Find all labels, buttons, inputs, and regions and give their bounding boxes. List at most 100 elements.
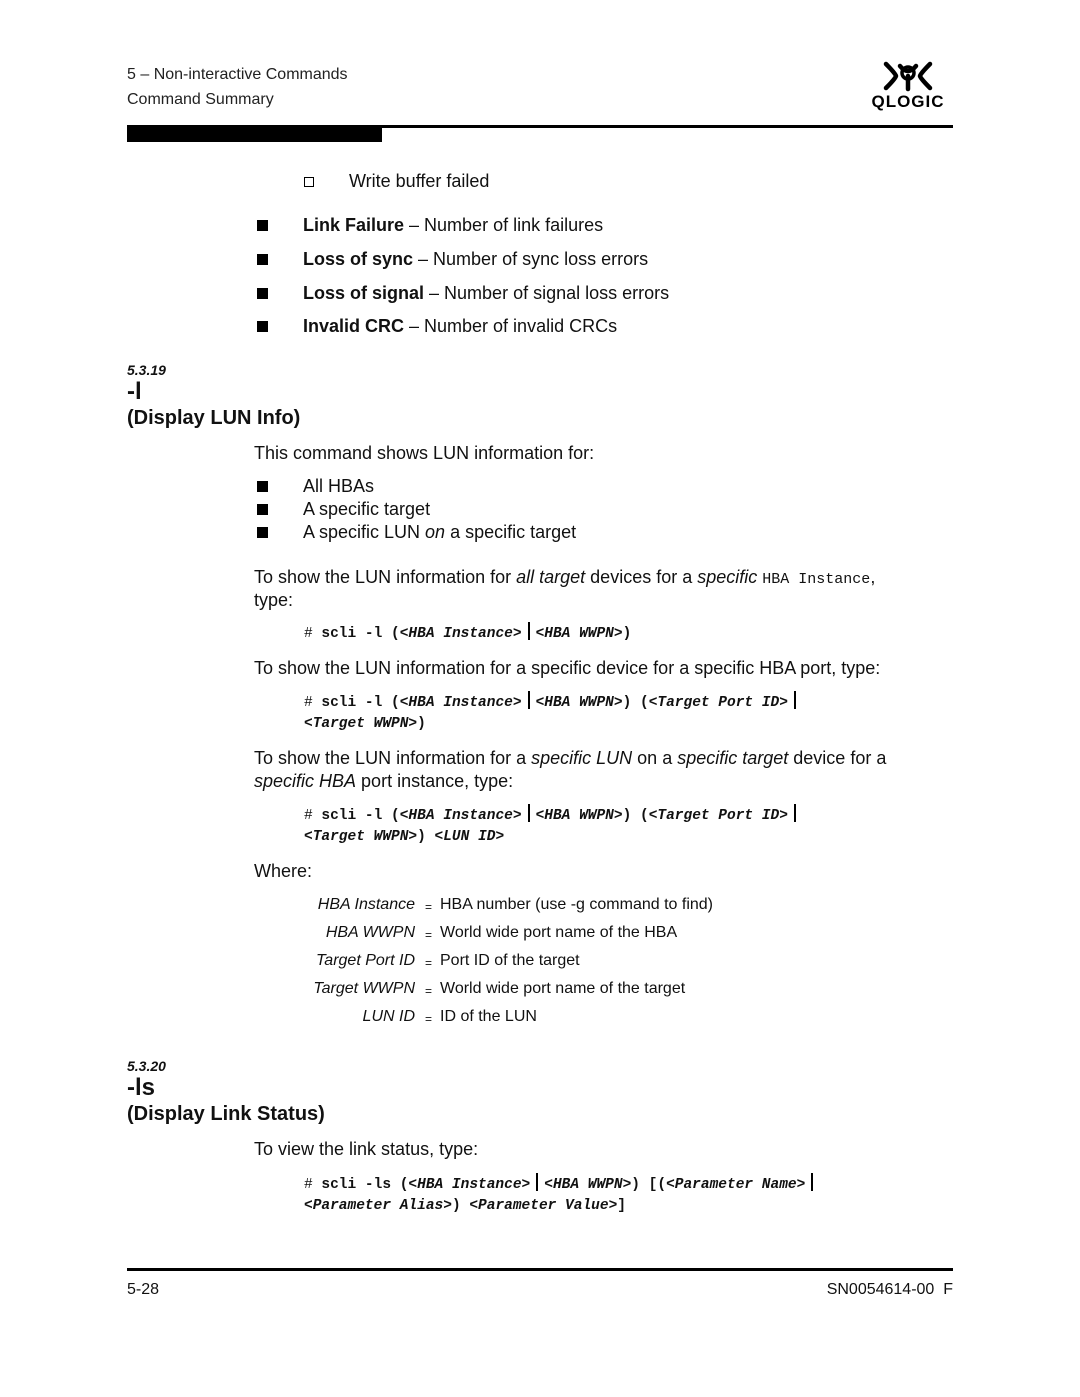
def-term: Target WWPN (313, 980, 415, 997)
emphasis: specific target (677, 748, 789, 768)
item-term: Link Failure (303, 215, 405, 235)
code-arg: <Target WWPN> (304, 716, 418, 732)
code-block: # scli -l (<HBA Instance> <HBA WWPN>) (<T… (304, 804, 802, 848)
item-term: Invalid CRC (303, 316, 405, 336)
square-bullet-icon (257, 254, 268, 265)
def-equals: = (425, 956, 433, 970)
code-block: # scli -l (<HBA Instance> <HBA WWPN>) (304, 622, 631, 645)
code-arg: <Target WWPN> (304, 829, 418, 845)
code-arg: <HBA WWPN> (544, 1177, 632, 1193)
footer-rule (127, 1268, 953, 1271)
code-block: # scli -ls (<HBA Instance> <HBA WWPN>) [(… (304, 1173, 819, 1217)
def-equals: = (425, 900, 433, 914)
emphasis: all target (516, 567, 586, 587)
code-arg: <Target Port ID> (648, 695, 788, 711)
code-punct: ) [( (631, 1177, 667, 1193)
section-intro: To view the link status, type: (254, 1139, 479, 1159)
pipe-separator (793, 804, 796, 822)
code-arg: <Parameter Alias> (304, 1198, 452, 1214)
section-intro: This command shows LUN information for: (254, 443, 595, 463)
logo-wordmark: QLOGIC (871, 92, 945, 111)
hollow-square-bullet-icon (304, 177, 314, 187)
bullet-text: All HBAs (303, 476, 375, 496)
list-item: Loss of sync – Number of sync loss error… (257, 247, 648, 271)
section-number: 5.3.20 (127, 1058, 166, 1074)
header-chapter: 5 – Non-interactive Commands (127, 66, 348, 83)
section-command: -l (127, 378, 142, 405)
document-id: SN0054614-00 F (826, 1281, 953, 1298)
page-number: 5-28 (127, 1281, 160, 1298)
item-desc: – Number of sync loss errors (413, 249, 649, 269)
code-arg: <HBA Instance> (408, 1177, 531, 1193)
code-arg: <Parameter Value> (469, 1198, 618, 1214)
header-section: Command Summary (127, 91, 274, 108)
def-term: HBA Instance (317, 896, 415, 913)
code-arg: <HBA WWPN> (535, 808, 623, 824)
def-desc: World wide port name of the target (440, 980, 686, 997)
paragraph: To show the LUN information for a specif… (254, 746, 886, 770)
qlogic-logo: QLOGIC (862, 60, 954, 118)
item-term: Loss of signal (303, 283, 425, 303)
bullet-text: A specific target (303, 499, 431, 519)
def-term: LUN ID (362, 1008, 415, 1025)
def-desc: ID of the LUN (440, 1008, 537, 1025)
qlogic-logo-icon (883, 61, 933, 92)
text: , (870, 567, 876, 587)
emphasis: specific (697, 567, 758, 587)
code-cmd: scli -l ( (321, 626, 400, 642)
section-command: -ls (127, 1074, 156, 1101)
list-item: Loss of signal – Number of signal loss e… (257, 281, 669, 305)
prompt-hash: # (304, 695, 322, 711)
code-punct: ) ( (622, 808, 649, 824)
section-number: 5.3.19 (127, 362, 166, 378)
code-arg: <HBA Instance> (399, 808, 522, 824)
code-arg: <HBA Instance> (399, 626, 522, 642)
code-arg: <HBA WWPN> (535, 695, 623, 711)
square-bullet-icon (257, 288, 268, 299)
code-punct: ] (617, 1198, 626, 1214)
def-desc: HBA number (use -g command to find) (440, 896, 714, 913)
code-arg: <Parameter Name> (666, 1177, 806, 1193)
item-desc: – Number of link failures (404, 215, 604, 235)
paragraph-cont: type: (254, 590, 294, 610)
code-punct: ) (622, 626, 632, 642)
pipe-separator (793, 691, 796, 709)
text: To show the LUN information for a (254, 748, 532, 768)
header-tab-bar (127, 128, 382, 142)
bullet-text-after: a specific target (445, 522, 577, 542)
def-term: HBA WWPN (325, 924, 415, 941)
list-item: A specific LUN on a specific target (257, 520, 576, 544)
item-desc: – Number of signal loss errors (424, 283, 670, 303)
code-cmd: scli -ls ( (321, 1177, 409, 1193)
text: on a (632, 748, 678, 768)
paragraph-cont: specific HBA port instance, type: (254, 769, 513, 793)
prompt-hash: # (304, 808, 322, 824)
code-arg: <HBA Instance> (399, 695, 522, 711)
def-equals: = (425, 928, 433, 942)
code-punct: ) ( (622, 695, 649, 711)
list-item: Invalid CRC – Number of invalid CRCs (257, 314, 617, 338)
square-bullet-icon (257, 504, 268, 515)
pipe-separator (527, 804, 530, 822)
sub-list-item: Write buffer failed (304, 169, 489, 193)
inline-code: HBA Instance (762, 571, 871, 588)
text: To show the LUN information for (254, 567, 517, 587)
where-label: Where: (254, 861, 313, 881)
code-block: # scli -l (<HBA Instance> <HBA WWPN>) (<T… (304, 691, 802, 735)
paragraph: To show the LUN information for all targ… (254, 565, 875, 592)
list-item: A specific target (257, 497, 430, 521)
code-arg: <LUN ID> (434, 829, 505, 845)
list-item: Link Failure – Number of link failures (257, 213, 603, 237)
code-punct: ) (417, 716, 426, 732)
list-item: All HBAs (257, 474, 374, 498)
pipe-separator (811, 1173, 814, 1191)
square-bullet-icon (257, 220, 268, 231)
text: device for a (788, 748, 887, 768)
item-desc: – Number of invalid CRCs (404, 316, 618, 336)
pipe-separator (536, 1173, 539, 1191)
code-punct: ) (451, 1198, 470, 1214)
prompt-hash: # (304, 626, 322, 642)
item-term: Loss of sync (303, 249, 414, 269)
sub-item-text: Write buffer failed (349, 171, 490, 191)
square-bullet-icon (257, 481, 268, 492)
